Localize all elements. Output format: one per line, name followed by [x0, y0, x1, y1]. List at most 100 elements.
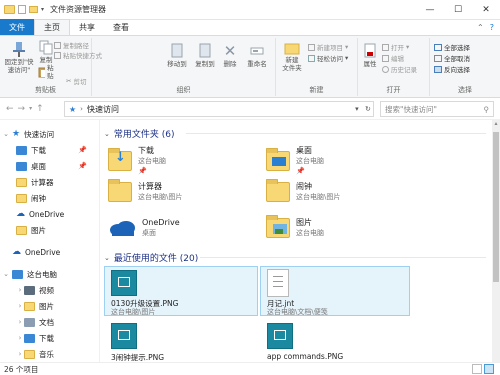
folder-icon: [4, 5, 15, 14]
tab-file[interactable]: 文件: [0, 19, 34, 35]
chevron-down-icon[interactable]: ▾: [41, 6, 44, 13]
image-file-icon: [267, 323, 293, 349]
close-button[interactable]: ✕: [472, 0, 500, 20]
recent-files-header[interactable]: ⌄ 最近使用的文件 (20): [104, 251, 198, 265]
tab-home[interactable]: 主页: [34, 19, 70, 35]
delete-button[interactable]: ✕ 删除: [218, 42, 242, 68]
chevron-down-icon[interactable]: ⌄: [0, 130, 12, 138]
tab-share[interactable]: 共享: [70, 19, 104, 35]
invert-selection-icon: [434, 65, 442, 73]
scissors-icon: ✂: [66, 77, 72, 85]
edit-button[interactable]: 编辑: [382, 53, 404, 63]
folder-tile-pictures[interactable]: 图片 这台电脑: [266, 215, 324, 238]
new-group-label: 新建: [309, 86, 324, 94]
copy-to-icon: [199, 43, 211, 58]
minimize-button[interactable]: —: [416, 0, 444, 20]
search-input[interactable]: 搜索"快速访问" ⚲: [380, 101, 494, 117]
folder-tile-desktop[interactable]: 桌面 这台电脑 📌: [266, 146, 324, 176]
copy-button[interactable]: 复制: [38, 40, 54, 64]
address-box[interactable]: ★ › 快速访问: [64, 101, 374, 117]
quick-access-toolbar: ▾: [0, 5, 44, 14]
sidebar-item-pictures[interactable]: › 图片: [0, 298, 99, 314]
copy-path-button[interactable]: 复制路径: [54, 40, 89, 50]
recent-file-journal-jnt[interactable]: 月记.jnt 这台电脑\文档\便笺: [260, 266, 410, 316]
chevron-right-icon[interactable]: ›: [16, 286, 24, 294]
folder-icon: [266, 179, 290, 202]
forward-arrow-icon[interactable]: →: [18, 104, 26, 114]
sidebar-item-documents[interactable]: › 文档: [0, 314, 99, 330]
search-icon: ⚲: [483, 104, 490, 114]
tab-view[interactable]: 查看: [104, 19, 138, 35]
ribbon-collapse-icon[interactable]: ⌃: [477, 23, 484, 32]
star-icon: ★: [12, 129, 21, 139]
up-arrow-icon[interactable]: ↑: [36, 104, 44, 114]
file-list-pane: ⌄ 常用文件夹 (6) ↓ 下载 这台电脑 📌 桌面 这台电脑 📌 计算器 这台…: [100, 120, 492, 362]
chevron-right-icon[interactable]: ›: [16, 318, 24, 326]
ribbon-tabs: 文件 主页 共享 查看 ⌃ ?: [0, 19, 500, 36]
organize-group-label: 组织: [176, 86, 191, 94]
pin-quick-access-button[interactable]: 固定到"快速访问": [2, 40, 36, 74]
refresh-icon[interactable]: ↻: [365, 105, 371, 113]
folder-tile-alarm[interactable]: 闹钟 这台电脑\图片: [266, 179, 340, 202]
address-dropdown-icon[interactable]: ▾: [355, 105, 359, 113]
journal-file-icon: [267, 269, 289, 297]
chevron-right-icon[interactable]: ›: [16, 302, 24, 310]
frequent-folders-header[interactable]: ⌄ 常用文件夹 (6): [104, 127, 175, 141]
select-all-button[interactable]: 全部选择: [434, 42, 470, 52]
invert-selection-button[interactable]: 反向选择: [434, 64, 470, 74]
folder-tile-onedrive[interactable]: OneDrive 桌面: [108, 218, 180, 238]
videos-folder-icon: [24, 285, 35, 295]
recent-file-0130-upgrade-png[interactable]: 0130升级设置.PNG 这台电脑\图片: [104, 266, 258, 316]
move-to-button[interactable]: 移动到: [162, 42, 192, 68]
chevron-right-icon[interactable]: ›: [16, 350, 24, 358]
chevron-down-icon: ▾: [345, 43, 349, 51]
sidebar-item-downloads-pc[interactable]: › 下载: [0, 330, 99, 346]
open-icon: [382, 43, 389, 51]
maximize-button[interactable]: ☐: [444, 0, 472, 20]
easy-access-button[interactable]: 轻松访问 ▾: [308, 53, 348, 63]
new-folder-button[interactable]: 新建 文件夹: [278, 40, 306, 72]
recent-file-alarm-hint-png[interactable]: 3闹钟提示.PNG: [104, 320, 258, 362]
history-button[interactable]: 历史记录: [382, 64, 417, 74]
properties-button[interactable]: 属性: [360, 42, 380, 68]
back-arrow-icon[interactable]: ←: [6, 104, 14, 114]
properties-quick-icon[interactable]: [18, 5, 26, 14]
new-folder-icon: [284, 43, 300, 55]
sidebar-item-alarm[interactable]: 闹钟: [0, 190, 99, 206]
folder-tile-downloads[interactable]: ↓ 下载 这台电脑 📌: [108, 146, 166, 176]
chevron-down-icon: ▾: [345, 54, 349, 62]
recent-file-app-commands-png[interactable]: app commands.PNG: [260, 320, 410, 362]
recent-locations-chevron-icon[interactable]: ▾: [29, 105, 32, 112]
sidebar-item-downloads[interactable]: 下载 📌: [0, 142, 99, 158]
help-icon[interactable]: ?: [490, 23, 494, 32]
copy-to-button[interactable]: 复制到: [192, 42, 218, 68]
sidebar-item-music[interactable]: › 音乐: [0, 346, 99, 362]
sidebar-item-calculator[interactable]: 计算器: [0, 174, 99, 190]
sidebar-item-quick-access[interactable]: ⌄ ★ 快速访问: [0, 126, 99, 142]
open-button[interactable]: 打开 ▾: [382, 42, 409, 52]
copy-path-icon: [54, 41, 61, 49]
paste-button[interactable]: 粘贴: [38, 64, 54, 80]
new-item-button[interactable]: 新建项目 ▾: [308, 42, 348, 52]
tiles-view-icon[interactable]: [484, 364, 494, 374]
music-folder-icon: [24, 349, 35, 359]
chevron-right-icon[interactable]: ›: [16, 334, 24, 342]
new-folder-quick-icon[interactable]: [29, 6, 38, 13]
scroll-up-arrow-icon[interactable]: ▴: [492, 120, 500, 128]
sidebar-item-this-pc[interactable]: ⌄ 这台电脑: [0, 266, 99, 282]
chevron-down-icon[interactable]: ⌄: [0, 270, 12, 278]
sidebar-item-desktop[interactable]: 桌面 📌: [0, 158, 99, 174]
sidebar-item-videos[interactable]: › 视频: [0, 282, 99, 298]
sidebar-item-onedrive-quick[interactable]: ☁ OneDrive: [0, 206, 99, 222]
breadcrumb[interactable]: 快速访问: [87, 104, 119, 115]
folder-tile-calculator[interactable]: 计算器 这台电脑\图片: [108, 179, 182, 202]
scrollbar-thumb[interactable]: [493, 132, 499, 282]
sidebar-item-pictures-quick[interactable]: 图片: [0, 222, 99, 238]
select-none-button[interactable]: 全部取消: [434, 53, 470, 63]
sidebar-item-onedrive[interactable]: ☁ OneDrive: [0, 244, 99, 260]
rename-button[interactable]: 重命名: [242, 42, 272, 68]
clipboard-group-label: 剪贴板: [35, 86, 56, 94]
folder-icon: [16, 177, 27, 187]
vertical-scrollbar[interactable]: ▴: [492, 120, 500, 362]
details-view-icon[interactable]: [472, 364, 482, 374]
